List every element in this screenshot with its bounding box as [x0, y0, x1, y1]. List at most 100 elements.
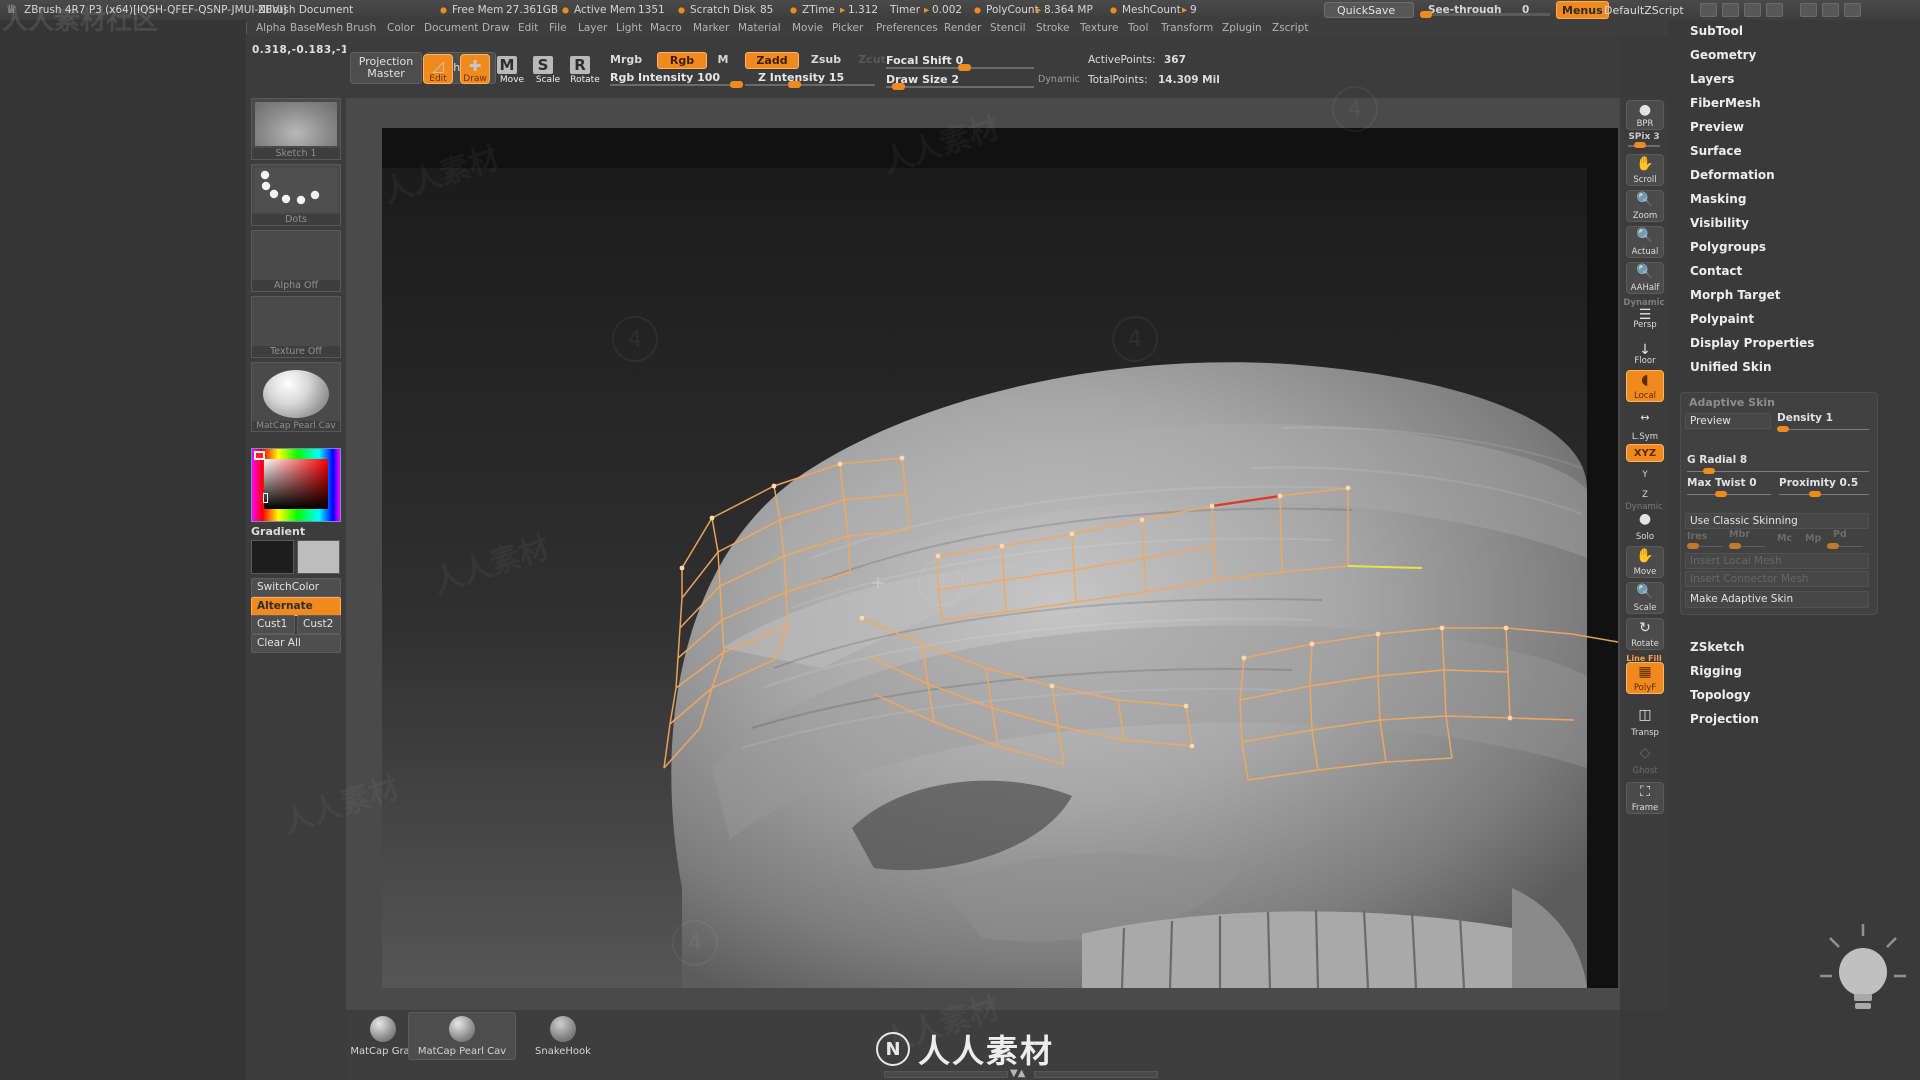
menu-edit[interactable]: Edit	[518, 22, 538, 34]
menu-stroke[interactable]: Stroke	[1036, 22, 1069, 34]
minimize-icon[interactable]	[1800, 3, 1817, 17]
lsym-button[interactable]: ↔ L.Sym	[1626, 410, 1664, 442]
move-mode-button[interactable]: M Move	[497, 54, 527, 85]
floor-button[interactable]: ↓ Floor	[1626, 334, 1664, 366]
z-intensity-slider[interactable]	[745, 84, 875, 86]
palette-zsketch[interactable]: ZSketch	[1690, 640, 1745, 654]
xyz-button[interactable]: XYZ	[1626, 444, 1664, 462]
max-twist-slider[interactable]	[1687, 494, 1771, 495]
menu-movie[interactable]: Movie	[792, 22, 823, 34]
m-toggle[interactable]: M	[712, 52, 734, 69]
menu-macro[interactable]: Macro	[650, 22, 682, 34]
spix-knob[interactable]	[1634, 142, 1646, 148]
see-through-slider-knob[interactable]	[1420, 11, 1432, 18]
move-button[interactable]: ✋ Move	[1626, 546, 1664, 578]
local-button[interactable]: ◖ Local	[1626, 370, 1664, 402]
density-slider[interactable]	[1777, 429, 1869, 430]
actual-button[interactable]: 🔍 Actual	[1626, 226, 1664, 258]
palette-morph-target[interactable]: Morph Target	[1690, 288, 1781, 302]
g-radial-knob[interactable]	[1703, 468, 1715, 474]
palette-masking[interactable]: Masking	[1690, 192, 1746, 206]
palette-projection[interactable]: Projection	[1690, 712, 1759, 726]
see-through-slider[interactable]	[1420, 13, 1550, 16]
draw-size-knob[interactable]	[892, 83, 905, 90]
menu-document[interactable]: Document	[424, 22, 478, 34]
palette-display-properties[interactable]: Display Properties	[1690, 336, 1814, 350]
transp-button[interactable]: ◫ Transp	[1626, 706, 1664, 738]
proximity-slider[interactable]	[1779, 494, 1869, 495]
secondary-color-swatch[interactable]	[297, 540, 340, 574]
palette-layers[interactable]: Layers	[1690, 72, 1734, 86]
palette-rigging[interactable]: Rigging	[1690, 664, 1742, 678]
frame-button[interactable]: ⛶ Frame	[1626, 782, 1664, 814]
solo-button[interactable]: ● Solo	[1626, 510, 1664, 542]
projection-master-button[interactable]: Projection Master	[350, 52, 422, 84]
bottom-item-matcap-pearl[interactable]: MatCap Pearl Cav	[408, 1016, 516, 1057]
mrgb-toggle[interactable]: Mrgb	[610, 52, 654, 69]
maximize-icon[interactable]	[1822, 3, 1839, 17]
y-axis-button[interactable]: Y	[1626, 464, 1664, 482]
polyframe-button[interactable]: ▦ PolyF	[1626, 662, 1664, 694]
menu-transform[interactable]: Transform	[1161, 22, 1213, 34]
layout-icon[interactable]	[1722, 3, 1739, 17]
light-bulb-widget[interactable]	[1818, 920, 1908, 1030]
alpha-swatch[interactable]: Alpha Off	[251, 230, 341, 292]
menu-texture[interactable]: Texture	[1080, 22, 1118, 34]
texture-swatch[interactable]: Texture Off	[251, 296, 341, 358]
primary-color-swatch[interactable]	[251, 540, 294, 574]
menu-material[interactable]: Material	[738, 22, 781, 34]
menu-stencil[interactable]: Stencil	[990, 22, 1026, 34]
zsub-toggle[interactable]: Zsub	[804, 52, 848, 69]
menus-button[interactable]: Menus	[1556, 1, 1609, 19]
edit-mode-button[interactable]: ◿ Edit	[423, 54, 453, 84]
bottom-scrollbar[interactable]	[884, 1071, 1008, 1078]
menu-layer[interactable]: Layer	[578, 22, 607, 34]
cust2-button[interactable]: Cust2	[297, 615, 341, 634]
menu-marker[interactable]: Marker	[693, 22, 729, 34]
menu-color[interactable]: Color	[387, 22, 414, 34]
palette-fibermesh[interactable]: FiberMesh	[1690, 96, 1761, 110]
palette-contact[interactable]: Contact	[1690, 264, 1742, 278]
focal-shift-knob[interactable]	[958, 64, 971, 71]
persp-button[interactable]: ☰ Persp	[1626, 298, 1664, 330]
palette-surface[interactable]: Surface	[1690, 144, 1742, 158]
scale-mode-button[interactable]: S Scale	[533, 54, 563, 85]
z-axis-button[interactable]: Z	[1626, 484, 1664, 502]
rotate-mode-button[interactable]: R Rotate	[570, 54, 600, 85]
palette-visibility[interactable]: Visibility	[1690, 216, 1749, 230]
bottom-item-snakehook[interactable]: SnakeHook	[518, 1016, 608, 1057]
palette-topology[interactable]: Topology	[1690, 688, 1750, 702]
menu-file[interactable]: File	[549, 22, 567, 34]
switchcolor-button[interactable]: SwitchColor	[251, 578, 341, 597]
draw-mode-button[interactable]: ✚ Draw	[460, 54, 490, 84]
palette-unified-skin[interactable]: Unified Skin	[1690, 360, 1771, 374]
menu-alpha[interactable]: Alpha	[256, 22, 286, 34]
rgb-intensity-knob[interactable]	[730, 81, 743, 88]
palette-geometry[interactable]: Geometry	[1690, 48, 1756, 62]
rgb-toggle[interactable]: Rgb	[657, 52, 707, 69]
density-knob[interactable]	[1777, 426, 1789, 432]
clearall-button[interactable]: Clear All	[251, 634, 341, 653]
menu-picker[interactable]: Picker	[832, 22, 863, 34]
bpr-button[interactable]: ● BPR	[1626, 100, 1664, 130]
color-picker-cursor[interactable]	[263, 493, 268, 503]
alternate-button[interactable]: Alternate	[251, 597, 341, 616]
menu-brush[interactable]: Brush	[346, 22, 376, 34]
palette-preview[interactable]: Preview	[1690, 120, 1744, 134]
make-adaptive-skin-button[interactable]: Make Adaptive Skin	[1685, 591, 1869, 608]
dynamic-label[interactable]: Dynamic	[1038, 74, 1080, 85]
tray-left-icon[interactable]	[1744, 3, 1761, 17]
rotate-button[interactable]: ↻ Rotate	[1626, 618, 1664, 650]
menu-preferences[interactable]: Preferences	[876, 22, 938, 34]
scale-button[interactable]: 🔍 Scale	[1626, 582, 1664, 614]
palette-polypaint[interactable]: Polypaint	[1690, 312, 1754, 326]
sculpt-model[interactable]	[382, 128, 1618, 988]
rgb-intensity-slider[interactable]	[610, 84, 740, 86]
document-canvas[interactable]	[382, 128, 1618, 988]
quicksave-button[interactable]: QuickSave	[1324, 2, 1414, 18]
bottom-scrollbar-right[interactable]	[1034, 1071, 1158, 1078]
use-classic-skinning-button[interactable]: Use Classic Skinning	[1685, 513, 1869, 529]
menu-basemesh[interactable]: BaseMesh	[290, 22, 343, 34]
cust1-button[interactable]: Cust1	[251, 615, 295, 634]
tool-swatch-sketch[interactable]: Sketch 1	[251, 98, 341, 160]
